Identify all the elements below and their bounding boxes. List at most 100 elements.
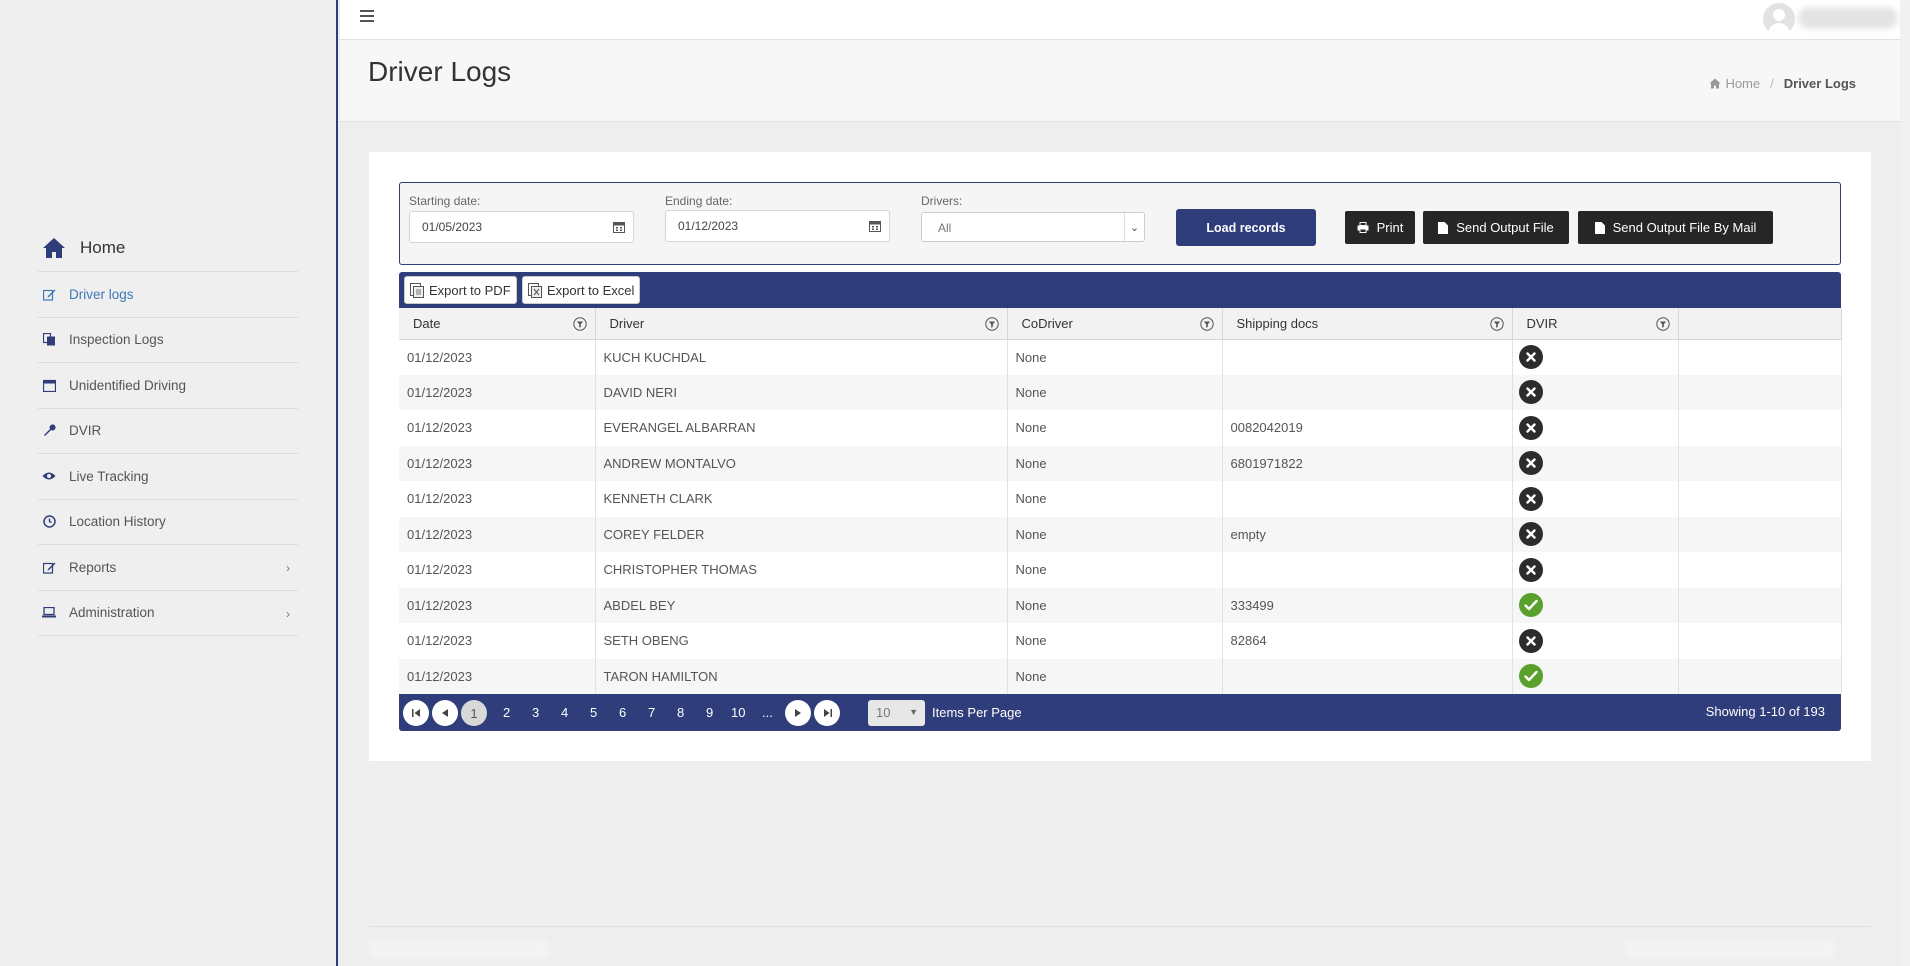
sidebar-item-reports[interactable]: Reports › — [38, 545, 298, 591]
driver-cell: ABDEL BEY — [595, 587, 1008, 623]
x-icon[interactable] — [1518, 345, 1543, 369]
first-page-icon — [411, 709, 420, 717]
filter-panel: Starting date: 01/05/2023 Ending date: 0… — [399, 182, 1841, 265]
page-number-link[interactable]: 3 — [532, 705, 539, 720]
page-number-link[interactable]: 9 — [706, 705, 713, 720]
page-number-link[interactable]: 6 — [619, 705, 626, 720]
column-header-dvir[interactable]: DVIR — [1512, 308, 1679, 340]
x-icon[interactable] — [1518, 451, 1543, 476]
x-icon[interactable] — [1518, 380, 1543, 405]
sidebar-item-driver-logs[interactable]: Driver logs — [38, 272, 298, 318]
column-header-driver[interactable]: Driver — [595, 308, 1008, 340]
sidebar-item-unidentified-driving[interactable]: Unidentified Driving — [38, 363, 298, 409]
sidebar-item-dvir[interactable]: DVIR — [38, 409, 298, 454]
print-label: Print — [1376, 220, 1404, 235]
table-row[interactable]: 01/12/2023 DAVID NERI None — [399, 374, 1842, 410]
table-row[interactable]: 01/12/2023 EVERANGEL ALBARRAN None 00820420… — [399, 410, 1842, 446]
ending-date-input[interactable]: 01/12/2023 — [665, 210, 890, 242]
user-name-redacted[interactable] — [1798, 7, 1898, 29]
current-page-button[interactable]: 1 — [461, 700, 487, 726]
shipping-docs-cell — [1222, 552, 1513, 588]
table-row[interactable]: 01/12/2023 KENNETH CLARK None — [399, 481, 1842, 517]
sidebar-item-location-history[interactable]: Location History — [38, 500, 298, 545]
page-size-select[interactable]: 10 ▼ — [868, 700, 925, 726]
page-number-link[interactable]: 7 — [648, 705, 655, 720]
drivers-selected-value: All — [938, 221, 952, 235]
table-row[interactable]: 01/12/2023 CHRISTOPHER THOMAS None — [399, 552, 1842, 588]
table-row[interactable]: 01/12/2023 ABDEL BEY None 333499 — [399, 587, 1842, 623]
x-icon[interactable] — [1518, 415, 1543, 440]
x-icon[interactable] — [1518, 628, 1543, 653]
export-excel-button[interactable]: Export to Excel — [522, 276, 641, 304]
breadcrumb: Home / Driver Logs — [1709, 76, 1856, 91]
table-row[interactable]: 01/12/2023 TARON HAMILTON None — [399, 658, 1842, 694]
check-icon[interactable] — [1518, 664, 1543, 689]
breadcrumb-home-link[interactable]: Home — [1709, 76, 1760, 91]
page-number-link[interactable]: 4 — [561, 705, 568, 720]
shipping-docs-cell — [1222, 481, 1513, 517]
load-records-button[interactable]: Load records — [1176, 209, 1316, 246]
empty-cell — [1678, 587, 1842, 623]
send-output-file-button[interactable]: Send Output File — [1423, 211, 1569, 244]
column-header-shipping-docs[interactable]: Shipping docs — [1222, 308, 1513, 340]
drivers-select[interactable]: All ⌄ — [921, 212, 1145, 242]
send-output-file-by-mail-button[interactable]: Send Output File By Mail — [1578, 211, 1773, 244]
empty-cell — [1678, 658, 1842, 694]
table-row[interactable]: 01/12/2023 SETH OBENG None 82864 — [399, 623, 1842, 659]
sidebar-item-inspection-logs[interactable]: Inspection Logs — [38, 318, 298, 363]
date-cell: 01/12/2023 — [399, 374, 596, 410]
column-header-label: CoDriver — [1021, 315, 1073, 331]
filter-icon[interactable] — [1655, 317, 1670, 331]
empty-cell — [1678, 445, 1842, 481]
sidebar-item-home[interactable]: Home — [38, 224, 298, 272]
sidebar-item-administration[interactable]: Administration › — [38, 591, 298, 636]
export-pdf-label: Export to PDF — [429, 282, 511, 298]
page-number-link[interactable]: 2 — [503, 705, 510, 720]
sidebar-item-label: Inspection Logs — [69, 332, 164, 348]
page-number-link[interactable]: 5 — [590, 705, 597, 720]
calendar-icon[interactable] — [869, 220, 881, 232]
dvir-cell — [1512, 374, 1679, 410]
clock-icon — [42, 515, 56, 529]
x-icon[interactable] — [1518, 522, 1543, 547]
chevron-right-icon: › — [286, 561, 290, 575]
filter-icon[interactable] — [984, 317, 999, 331]
filter-icon[interactable] — [1489, 317, 1504, 331]
filter-icon[interactable] — [1199, 317, 1214, 331]
page-scrollbar[interactable] — [1900, 0, 1910, 966]
hamburger-menu-icon[interactable] — [360, 10, 374, 25]
first-page-button[interactable] — [403, 700, 429, 726]
empty-cell — [1678, 623, 1842, 659]
next-page-button[interactable] — [785, 700, 811, 726]
user-avatar[interactable] — [1763, 3, 1795, 35]
print-button[interactable]: Print — [1345, 211, 1415, 244]
table-row[interactable]: 01/12/2023 ANDREW MONTALVO None 6801971822 — [399, 445, 1842, 481]
column-header-date[interactable]: Date — [399, 308, 596, 340]
last-page-button[interactable] — [814, 700, 840, 726]
more-pages-link[interactable]: ... — [762, 705, 773, 720]
export-pdf-button[interactable]: Export to PDF — [404, 276, 517, 304]
x-icon[interactable] — [1518, 486, 1543, 511]
empty-cell — [1678, 339, 1842, 375]
page-number-link[interactable]: 8 — [677, 705, 684, 720]
export-excel-label: Export to Excel — [547, 282, 635, 298]
table-row[interactable]: 01/12/2023 COREY FELDER None empty — [399, 516, 1842, 552]
print-icon — [1357, 222, 1369, 233]
column-header-codriver[interactable]: CoDriver — [1007, 308, 1223, 340]
page-number-link[interactable]: 10 — [731, 705, 745, 720]
driver-cell: ANDREW MONTALVO — [595, 445, 1008, 481]
shipping-docs-cell: empty — [1222, 516, 1513, 552]
x-icon[interactable] — [1518, 557, 1543, 582]
laptop-icon — [42, 606, 56, 620]
shipping-docs-cell — [1222, 374, 1513, 410]
calendar-icon[interactable] — [613, 221, 625, 233]
table-row[interactable]: 01/12/2023 KUCH KUCHDAL None — [399, 339, 1842, 375]
sidebar-item-label: Live Tracking — [69, 468, 149, 484]
starting-date-input[interactable]: 01/05/2023 — [409, 211, 634, 243]
breadcrumb-separator: / — [1770, 76, 1774, 91]
check-icon[interactable] — [1518, 593, 1543, 618]
sidebar-item-label: Location History — [69, 514, 166, 530]
sidebar-item-live-tracking[interactable]: Live Tracking — [38, 454, 298, 500]
previous-page-button[interactable] — [432, 700, 458, 726]
filter-icon[interactable] — [572, 317, 587, 331]
